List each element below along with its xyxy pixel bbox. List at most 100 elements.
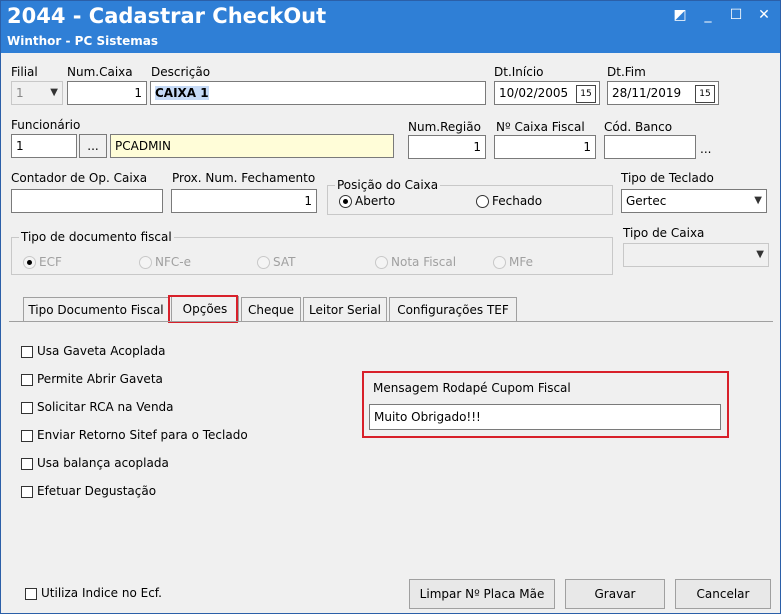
descricao-input[interactable]: CAIXA 1 [150,81,486,105]
close-button[interactable]: ✕ [751,5,777,25]
restore-icon[interactable]: ◩ [667,5,693,25]
num-caixa-fiscal-label: Nº Caixa Fiscal [496,120,585,134]
radio-sat-label: SAT [273,255,296,269]
checkbox-label: Permite Abrir Gaveta [37,372,163,386]
radio-unselected-icon [476,195,489,208]
prox-num-fechamento-label: Prox. Num. Fechamento [172,171,316,185]
title-bar: 2044 - Cadastrar CheckOut Winthor - PC S… [1,1,780,53]
checkbox-efetuar-degustacao[interactable]: Efetuar Degustação [21,484,156,498]
checkbox-box [21,485,33,498]
checkbox-box [21,373,33,386]
radio-fechado-label: Fechado [492,194,543,208]
radio-unselected-icon [375,256,388,269]
checkbox-label: Utiliza Indice no Ecf. [41,586,162,600]
dt-inicio-input[interactable]: 10/02/2005 15 [494,81,600,105]
radio-nfce[interactable]: NFC-e [139,255,191,269]
radio-fechado[interactable]: Fechado [476,194,542,208]
checkbox-permite-abrir-gaveta[interactable]: Permite Abrir Gaveta [21,372,163,386]
chevron-down-icon: ▼ [754,195,762,206]
contador-label: Contador de Op. Caixa [11,171,148,185]
checkbox-box [25,587,37,600]
chevron-down-icon: ▼ [756,249,764,260]
checkbox-label: Solicitar RCA na Venda [37,400,174,414]
radio-aberto-label: Aberto [355,194,396,208]
dt-fim-value: 28/11/2019 [612,86,682,100]
highlight-box-mensagem [362,371,729,438]
checkbox-label: Usa balança acoplada [37,456,169,470]
num-regiao-label: Num.Região [408,120,481,134]
tab-tipo-documento-fiscal[interactable]: Tipo Documento Fiscal [23,297,169,321]
filial-label: Filial [11,65,38,79]
tab-leitor-serial[interactable]: Leitor Serial [303,297,387,321]
tipo-teclado-label: Tipo de Teclado [621,171,714,185]
dt-inicio-value: 10/02/2005 [499,86,569,100]
filial-value: 1 [16,86,24,100]
tipo-documento-fiscal-label: Tipo de documento fiscal [19,230,174,244]
descricao-label: Descrição [151,65,211,79]
cod-banco-label: Cód. Banco [604,120,673,134]
dt-fim-input[interactable]: 28/11/2019 15 [607,81,719,105]
chevron-down-icon: ▼ [50,87,58,98]
cod-banco-lookup[interactable]: ... [700,142,711,156]
checkbox-utiliza-indice[interactable]: Utiliza Indice no Ecf. [25,586,162,600]
checkbox-enviar-retorno-sitef[interactable]: Enviar Retorno Sitef para o Teclado [21,428,248,442]
cancelar-button[interactable]: Cancelar [675,579,771,609]
funcionario-code-input[interactable]: 1 [11,134,77,158]
checkbox-label: Enviar Retorno Sitef para o Teclado [37,428,248,442]
checkbox-usa-balanca[interactable]: Usa balança acoplada [21,456,169,470]
num-caixa-fiscal-input[interactable]: 1 [494,135,596,159]
window-title: 2044 - Cadastrar CheckOut [7,4,327,28]
limpar-placa-mae-button[interactable]: Limpar Nº Placa Mãe [409,579,555,609]
gravar-button[interactable]: Gravar [565,579,665,609]
radio-mfe[interactable]: MFe [493,255,533,269]
window-subtitle: Winthor - PC Sistemas [7,34,158,48]
checkbox-label: Usa Gaveta Acoplada [37,344,166,358]
radio-ecf-label: ECF [39,255,62,269]
tipo-teclado-value: Gertec [626,194,667,208]
checkbox-box [21,429,33,442]
cod-banco-input[interactable] [604,135,696,159]
calendar-icon[interactable]: 15 [576,85,596,103]
radio-mfe-label: MFe [509,255,533,269]
funcionario-label: Funcionário [11,118,81,132]
checkbox-box [21,401,33,414]
highlight-box-tab [168,295,238,323]
checkbox-box [21,457,33,470]
calendar-icon[interactable]: 15 [695,85,715,103]
funcionario-lookup-button[interactable]: ... [79,134,107,158]
radio-nota-fiscal[interactable]: Nota Fiscal [375,255,456,269]
radio-ecf[interactable]: ECF [23,255,62,269]
num-caixa-label: Num.Caixa [67,65,133,79]
radio-sat[interactable]: SAT [257,255,295,269]
filial-select[interactable]: 1 ▼ [11,81,63,105]
radio-nfce-label: NFC-e [155,255,191,269]
descricao-value: CAIXA 1 [155,86,209,100]
funcionario-name-field: PCADMIN [110,134,394,158]
dt-inicio-label: Dt.Início [494,65,544,79]
tipo-teclado-select[interactable]: Gertec ▼ [621,189,767,213]
num-regiao-input[interactable]: 1 [408,135,486,159]
checkbox-solicitar-rca[interactable]: Solicitar RCA na Venda [21,400,174,414]
radio-aberto[interactable]: Aberto [339,194,395,208]
contador-input[interactable] [11,189,163,213]
checkbox-usa-gaveta[interactable]: Usa Gaveta Acoplada [21,344,165,358]
tipo-caixa-select[interactable]: ▼ [623,243,769,267]
posicao-caixa-label: Posição do Caixa [335,178,441,192]
prox-num-fechamento-input[interactable]: 1 [171,189,317,213]
dt-fim-label: Dt.Fim [607,65,646,79]
tipo-caixa-label: Tipo de Caixa [623,226,705,240]
num-caixa-input[interactable]: 1 [67,81,147,105]
radio-selected-icon [23,256,36,269]
minimize-button[interactable]: _ [695,5,721,25]
radio-nota-fiscal-label: Nota Fiscal [391,255,457,269]
tab-configuracoes-tef[interactable]: Configurações TEF [389,297,517,321]
checkbox-box [21,345,33,358]
maximize-button[interactable]: ☐ [723,5,749,25]
radio-unselected-icon [139,256,152,269]
radio-unselected-icon [493,256,506,269]
tab-cheque[interactable]: Cheque [241,297,301,321]
checkout-window: 2044 - Cadastrar CheckOut Winthor - PC S… [0,0,781,614]
checkbox-label: Efetuar Degustação [37,484,157,498]
radio-selected-icon [339,195,352,208]
radio-unselected-icon [257,256,270,269]
